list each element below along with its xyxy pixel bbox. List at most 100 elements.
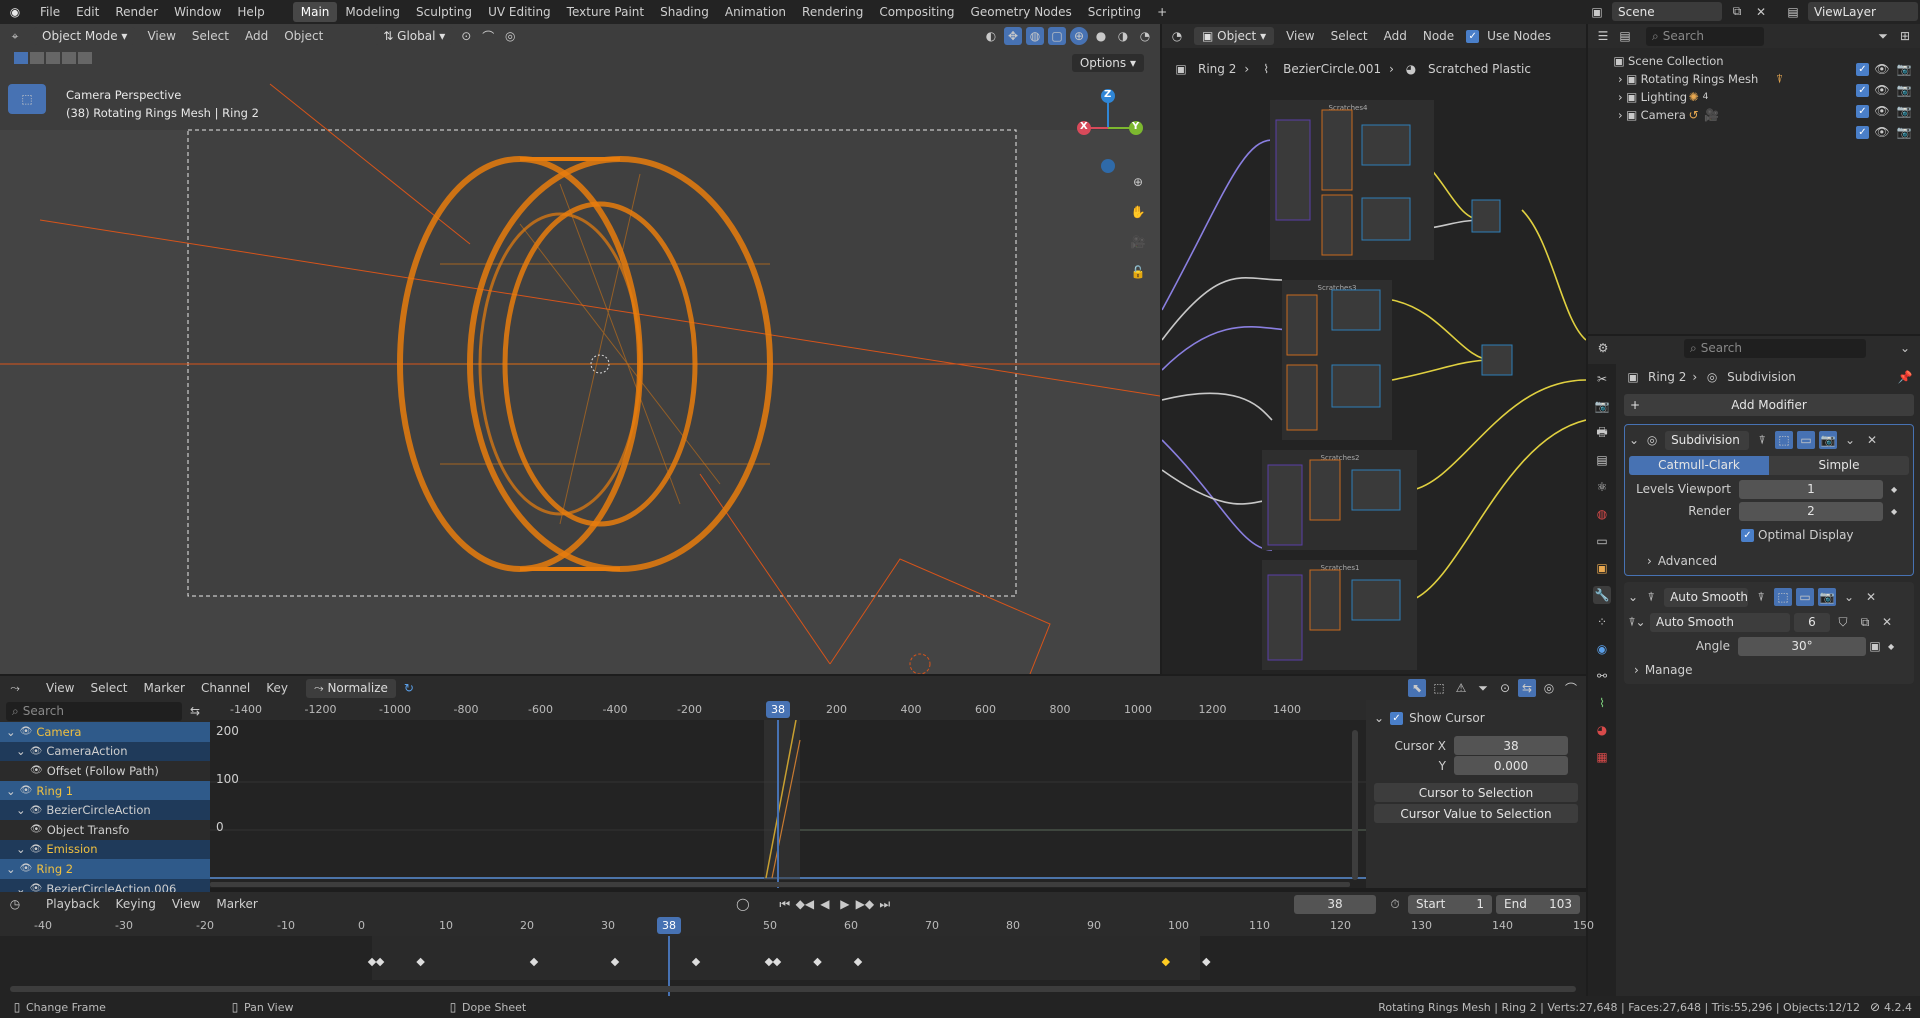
- menu-edit[interactable]: Edit: [68, 2, 107, 22]
- tool-tab-icon[interactable]: ✂: [1593, 370, 1611, 388]
- edit-mode-toggle-icon[interactable]: ⍒: [1753, 431, 1771, 449]
- graph-menu-key[interactable]: Key: [258, 678, 296, 698]
- menu-file[interactable]: File: [32, 2, 68, 22]
- keyframe-dot-icon[interactable]: ◆: [1891, 485, 1897, 494]
- graph-menu-select[interactable]: Select: [82, 678, 135, 698]
- proportional-edit-icon[interactable]: ◎: [1540, 679, 1558, 697]
- exclude-checkbox[interactable]: ✓: [1856, 104, 1869, 118]
- filter-icon[interactable]: ⏷: [1874, 27, 1892, 45]
- timeline-menu-marker[interactable]: Marker: [208, 894, 265, 914]
- attribute-toggle-icon[interactable]: ▣: [1866, 637, 1884, 655]
- eye-icon[interactable]: 👁: [30, 824, 43, 835]
- user-count-badge[interactable]: 6: [1794, 612, 1830, 632]
- collection-tab-icon[interactable]: ▭: [1593, 532, 1611, 550]
- zoom-icon[interactable]: ⊕: [1126, 170, 1150, 194]
- expand-arrow-icon[interactable]: ⌄: [6, 725, 16, 739]
- new-scene-icon[interactable]: ⧉: [1728, 3, 1746, 21]
- data-tab-icon[interactable]: ⌇: [1593, 694, 1611, 712]
- channel-row[interactable]: ⌄ 👁 BezierCircleAction: [0, 800, 210, 820]
- horizontal-scrollbar[interactable]: [210, 882, 1350, 887]
- only-errors-icon[interactable]: ⚠: [1452, 679, 1470, 697]
- auto-keying-icon[interactable]: ◯: [734, 895, 752, 913]
- pin-icon[interactable]: 📌: [1896, 368, 1914, 386]
- workspace-tab-texture-paint[interactable]: Texture Paint: [559, 2, 652, 22]
- eye-icon[interactable]: 👁: [1873, 102, 1891, 120]
- shader-node-editor[interactable]: ◔ ▣ Object ▾ View Select Add Node ✓ Use Nod…: [1162, 24, 1586, 674]
- advanced-subpanel[interactable]: › Advanced: [1629, 551, 1909, 571]
- texture-tab-icon[interactable]: ▦: [1593, 748, 1611, 766]
- render-camera-icon[interactable]: 📷: [1895, 123, 1913, 141]
- modifier-tab-icon[interactable]: 🔧: [1593, 586, 1611, 604]
- cursor-to-selection-button[interactable]: Cursor to Selection: [1374, 783, 1578, 802]
- graph-area[interactable]: -1400 -1200 -1000 -800 -600 -400 -200 200 400 600…: [210, 700, 1366, 888]
- normalize-toggle[interactable]: ⤳ Normalize: [306, 678, 396, 698]
- world-tab-icon[interactable]: ◍: [1593, 505, 1611, 523]
- channel-row[interactable]: ⌄ 👁 Ring 2: [0, 859, 210, 879]
- curve-canvas[interactable]: 200 100 0: [210, 719, 1366, 888]
- cursor-y-field[interactable]: 0.000: [1454, 756, 1568, 775]
- add-modifier-button[interactable]: + Add Modifier: [1624, 394, 1914, 416]
- menu-window[interactable]: Window: [166, 2, 229, 22]
- show-hidden-icon[interactable]: ⬚: [1430, 679, 1448, 697]
- use-nodes-checkbox[interactable]: ✓: [1466, 29, 1480, 43]
- modifier-name-input[interactable]: Subdivision: [1665, 430, 1750, 450]
- blender-logo-icon[interactable]: ◉: [6, 3, 24, 21]
- render-camera-icon[interactable]: 📷: [1895, 60, 1913, 78]
- fake-user-shield-icon[interactable]: ⛉: [1834, 613, 1852, 631]
- graph-editor-type-icon[interactable]: ⤳: [6, 679, 24, 697]
- falloff-icon[interactable]: ⌒: [1562, 679, 1580, 697]
- snapping-icon[interactable]: ⇆: [1518, 679, 1536, 697]
- scene-selector[interactable]: Scene: [1612, 2, 1722, 21]
- navigation-gizmo[interactable]: Z Y X: [1070, 86, 1150, 176]
- channel-row[interactable]: ⌄ 👁 Camera: [0, 722, 210, 742]
- eye-icon[interactable]: 👁: [30, 805, 43, 816]
- swap-icon[interactable]: ⇆: [186, 702, 204, 720]
- exclude-checkbox[interactable]: ✓: [1856, 83, 1869, 97]
- expand-arrow-icon[interactable]: ⌄: [6, 862, 16, 876]
- shader-type-dropdown[interactable]: ▣ Object ▾: [1194, 27, 1275, 45]
- eye-icon[interactable]: 👁: [30, 746, 43, 757]
- channel-row[interactable]: 👁 Object Transfo: [0, 819, 210, 840]
- channel-row[interactable]: ⌄ 👁 Emission: [0, 839, 210, 860]
- eye-icon[interactable]: 👁: [1873, 60, 1891, 78]
- timeline-scrollbar[interactable]: [10, 986, 1576, 992]
- menu-help[interactable]: Help: [229, 2, 272, 22]
- eye-icon[interactable]: 👁: [20, 863, 33, 874]
- timeline[interactable]: ◷ Playback Keying View Marker ◯ ⏮ ◆◀ ◀ ▶ ▶◆…: [0, 892, 1594, 996]
- channel-row[interactable]: ⌄ 👁 CameraAction: [0, 741, 210, 762]
- angle-field[interactable]: 30°: [1738, 636, 1866, 656]
- use-preview-range-icon[interactable]: ⏱: [1386, 895, 1404, 913]
- dropdown-icon[interactable]: ⌄: [1896, 339, 1914, 357]
- filter-icon[interactable]: ⏷: [1474, 679, 1492, 697]
- output-tab-icon[interactable]: 🖶: [1593, 424, 1611, 442]
- cage-toggle-icon[interactable]: ⬚: [1774, 588, 1793, 606]
- lock-camera-icon[interactable]: 🔓: [1126, 260, 1150, 284]
- viewlayer-selector[interactable]: ViewLayer: [1808, 2, 1918, 21]
- expand-arrow-icon[interactable]: ⌄: [16, 803, 26, 817]
- viewport-toggle-icon[interactable]: ▭: [1796, 588, 1815, 606]
- cursor-value-to-selection-button[interactable]: Cursor Value to Selection: [1374, 804, 1578, 823]
- particles-tab-icon[interactable]: ⁘: [1593, 613, 1611, 631]
- eye-icon[interactable]: 👁: [30, 765, 43, 776]
- timeline-current-frame[interactable]: 38: [657, 917, 681, 934]
- jump-end-icon[interactable]: ⏭: [876, 895, 894, 913]
- delete-scene-icon[interactable]: ✕: [1752, 3, 1770, 21]
- node-menu-add[interactable]: Add: [1376, 26, 1415, 46]
- current-frame-field[interactable]: 38: [1294, 894, 1376, 914]
- unlink-icon[interactable]: ✕: [1878, 613, 1896, 631]
- eye-icon[interactable]: 👁: [1873, 123, 1891, 141]
- node-menu-node[interactable]: Node: [1415, 26, 1462, 46]
- outliner-search-input[interactable]: ⌕ Search: [1646, 26, 1764, 46]
- refresh-icon[interactable]: ↻: [400, 679, 418, 697]
- modifier-menu-icon[interactable]: ⌄: [1840, 588, 1858, 606]
- pan-hand-icon[interactable]: ✋: [1126, 200, 1150, 224]
- node-tree-icon[interactable]: ⍒⌄: [1628, 613, 1646, 631]
- levels-viewport-field[interactable]: 1: [1739, 479, 1883, 499]
- show-cursor-checkbox[interactable]: ✓: [1390, 711, 1404, 725]
- node-menu-select[interactable]: Select: [1323, 26, 1376, 46]
- remove-modifier-icon[interactable]: ✕: [1863, 431, 1881, 449]
- menu-render[interactable]: Render: [107, 2, 166, 22]
- workspace-tab-shading[interactable]: Shading: [652, 2, 717, 22]
- current-frame-indicator[interactable]: 38: [766, 701, 790, 718]
- new-collection-icon[interactable]: ⊞: [1896, 27, 1914, 45]
